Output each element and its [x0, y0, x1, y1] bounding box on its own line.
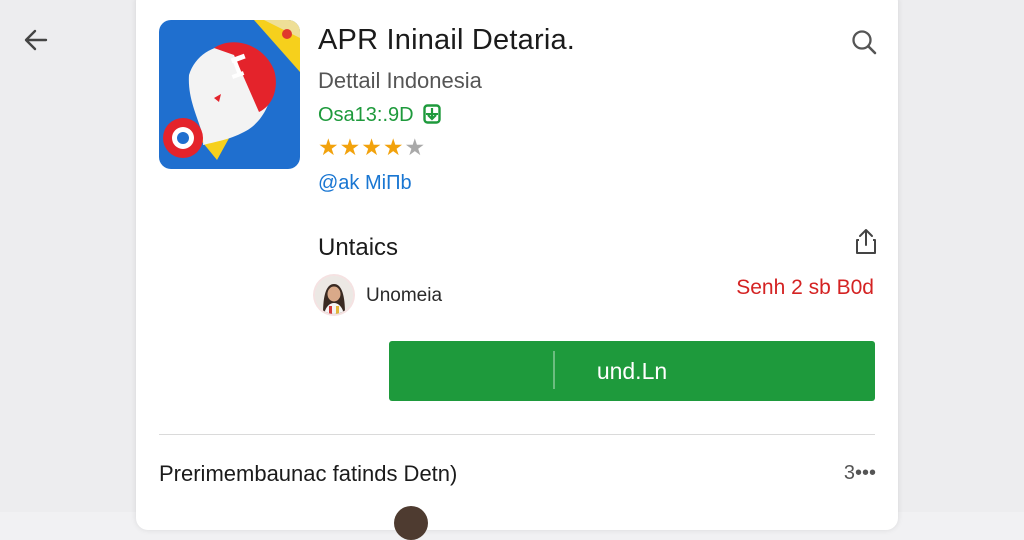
avatar[interactable]: [315, 276, 353, 314]
star-filled-icon: ★: [339, 134, 362, 160]
install-button-label: und.Ln: [596, 357, 668, 384]
install-button[interactable]: und.Ln: [389, 341, 875, 401]
status-text-red: Senh 2 sb B0d: [736, 276, 874, 299]
right-gutter: [898, 0, 1024, 512]
app-link[interactable]: @ak MiПb: [318, 172, 412, 195]
developer-name[interactable]: Dettail Indonesia: [318, 68, 482, 94]
app-detail-card: APR Ininail Detaria. Dettail Indonesia O…: [136, 0, 898, 540]
user-avatar-icon: [315, 276, 353, 314]
section-divider: [159, 434, 875, 435]
more-button[interactable]: 3•••: [844, 462, 876, 485]
app-title: APR Ininail Detaria.: [318, 24, 576, 56]
bottom-section-title: Prerimembaunac fatinds Detn): [159, 461, 458, 486]
download-icon: [423, 104, 441, 124]
app-icon[interactable]: [159, 20, 300, 169]
share-icon: [856, 229, 876, 254]
search-icon: [852, 30, 877, 55]
section-title: Untaics: [318, 234, 399, 261]
price-label: Osa13:.9D: [318, 104, 441, 127]
left-gutter: [0, 0, 136, 512]
star-filled-icon: ★: [318, 134, 340, 160]
user-name: Unomeia: [366, 285, 443, 306]
button-divider: [553, 351, 555, 389]
star-filled-icon: ★: [382, 134, 405, 160]
star-filled-icon: ★: [361, 134, 383, 160]
arrow-left-icon: [24, 29, 48, 51]
price-text: Osa13:.9D: [318, 104, 414, 126]
star-empty-icon: ★: [404, 134, 427, 160]
app-logo-icon: [159, 20, 300, 169]
list-item-avatar: [394, 506, 428, 540]
back-button[interactable]: [20, 24, 52, 56]
rating-stars: ★★★★★: [318, 136, 426, 159]
search-button[interactable]: [848, 26, 880, 58]
share-button[interactable]: [851, 226, 881, 256]
